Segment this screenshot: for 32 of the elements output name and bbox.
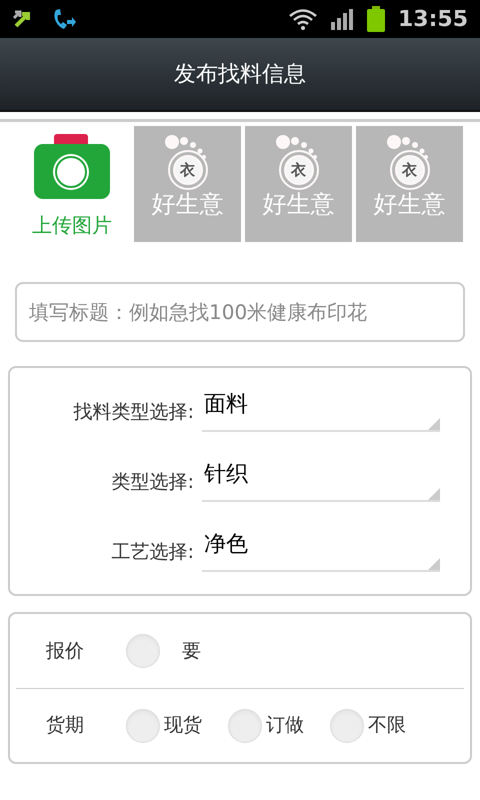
field-label: 类型选择: <box>110 470 195 494</box>
placeholder-thumbnail[interactable]: 衣 好生意 <box>134 126 241 242</box>
screen-title: 发布找料信息 <box>174 60 306 88</box>
logo-drawing: 衣 <box>268 132 328 190</box>
radio-button[interactable] <box>126 634 160 668</box>
option-label: 报价 <box>45 638 85 664</box>
field-label: 找料类型选择: <box>72 400 195 424</box>
signal-icon <box>330 8 354 30</box>
clock-time: 13:55 <box>398 6 468 34</box>
camera-icon <box>33 134 111 200</box>
radio-button[interactable] <box>228 708 262 742</box>
radio-option[interactable]: 要 <box>126 634 201 668</box>
dropdown-corner-icon <box>428 488 440 500</box>
placeholder-thumbnail[interactable]: 衣 好生意 <box>245 126 352 242</box>
radio-button[interactable] <box>330 708 364 742</box>
dropdown[interactable]: 面料 <box>202 384 440 432</box>
placeholder-thumbnail[interactable]: 衣 好生意 <box>356 126 463 242</box>
radio-option[interactable]: 订做 <box>228 708 304 742</box>
field-label: 工艺选择: <box>110 540 195 564</box>
dropdown[interactable]: 针织 <box>202 454 440 502</box>
radio-button[interactable] <box>126 708 160 742</box>
title-input-field[interactable]: 填写标题：例如急找100米健康布印花 <box>15 282 465 342</box>
wifi-icon <box>288 8 318 30</box>
radio-option[interactable]: 现货 <box>126 708 202 742</box>
logo-drawing: 衣 <box>380 132 440 190</box>
dropdown[interactable]: 净色 <box>202 524 440 572</box>
logo-drawing: 衣 <box>158 132 218 190</box>
dropdown-corner-icon <box>428 418 440 430</box>
battery-icon <box>366 6 386 32</box>
dropdown-corner-icon <box>428 558 440 570</box>
radio-option[interactable]: 不限 <box>330 708 406 742</box>
option-label: 货期 <box>45 713 85 738</box>
